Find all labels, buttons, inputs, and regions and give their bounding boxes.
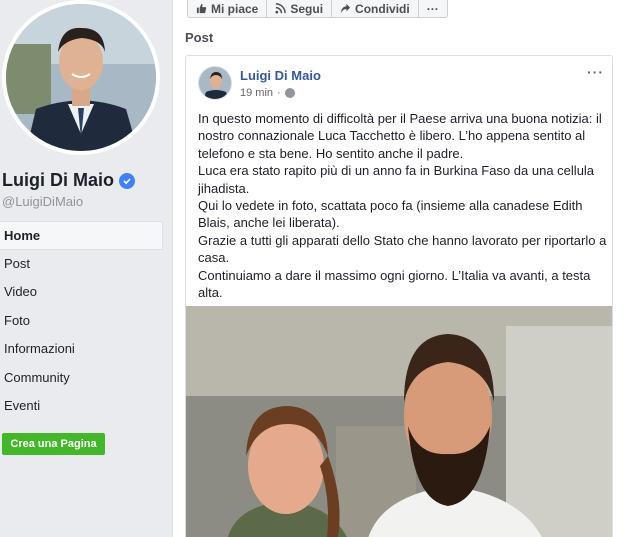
share-arrow-icon (340, 3, 351, 14)
verified-badge-icon (119, 172, 135, 189)
post-card: Luigi Di Maio 19 min · ··· In questo mom… (185, 55, 613, 537)
main-column: Mi piace Segui Condividi ··· Post Luigi … (172, 0, 626, 537)
page-nav: Home Post Video Foto Informazioni Commun… (0, 221, 163, 421)
post-meta: 19 min · (240, 87, 295, 99)
post-text: In questo momento di difficoltà per il P… (198, 110, 608, 301)
globe-icon (284, 88, 295, 98)
rss-icon (275, 3, 287, 14)
post-paragraph: Luca era stato rapito più di un anno fa … (198, 163, 595, 196)
like-page-button[interactable]: Mi piace (188, 0, 268, 17)
nav-item-foto[interactable]: Foto (0, 307, 163, 336)
more-options-icon: ··· (426, 1, 439, 16)
post-paragraph: Qui lo vedete in foto, scattata poco fa … (198, 198, 583, 231)
page-name-label: Luigi Di Maio (2, 170, 114, 190)
follow-button[interactable]: Segui (267, 0, 333, 17)
share-label: Condividi (355, 1, 410, 16)
page-action-bar: Mi piace Segui Condividi ··· (187, 0, 448, 18)
thumbs-up-icon (196, 3, 207, 14)
nav-item-informazioni[interactable]: Informazioni (0, 335, 163, 364)
post-paragraph: In questo momento di difficoltà per il P… (198, 111, 602, 161)
post-photo[interactable] (186, 306, 612, 537)
post-paragraph: Grazie a tutti gli apparati dello Stato … (198, 232, 607, 266)
like-label: Mi piace (211, 1, 259, 16)
nav-item-video[interactable]: Video (0, 278, 163, 307)
post-author-avatar[interactable] (198, 66, 232, 100)
post-author-name[interactable]: Luigi Di Maio (240, 68, 321, 83)
page-handle[interactable]: @LuigiDiMaio (2, 194, 83, 209)
nav-item-home[interactable]: Home (0, 221, 163, 250)
post-options-button[interactable]: ··· (587, 65, 604, 79)
profile-picture[interactable] (2, 0, 160, 155)
section-title: Post (185, 30, 214, 45)
create-page-button[interactable]: Crea una Pagina (2, 433, 105, 455)
profile-photo-image (6, 4, 156, 151)
post-photo-image (186, 306, 612, 537)
nav-item-eventi[interactable]: Eventi (0, 392, 163, 421)
post-paragraph: Continuiamo a dare il massimo ogni giorn… (198, 267, 591, 301)
nav-item-community[interactable]: Community (0, 364, 163, 393)
page-sidebar: Luigi Di Maio @LuigiDiMaio Home Post Vid… (0, 0, 170, 537)
nav-item-post[interactable]: Post (0, 250, 163, 279)
avatar-image (199, 67, 231, 99)
follow-label: Segui (290, 1, 324, 16)
more-options-button[interactable]: ··· (419, 0, 447, 17)
page-name[interactable]: Luigi Di Maio (2, 170, 135, 191)
share-button[interactable]: Condividi (332, 0, 419, 17)
post-timestamp[interactable]: 19 min (240, 87, 273, 99)
